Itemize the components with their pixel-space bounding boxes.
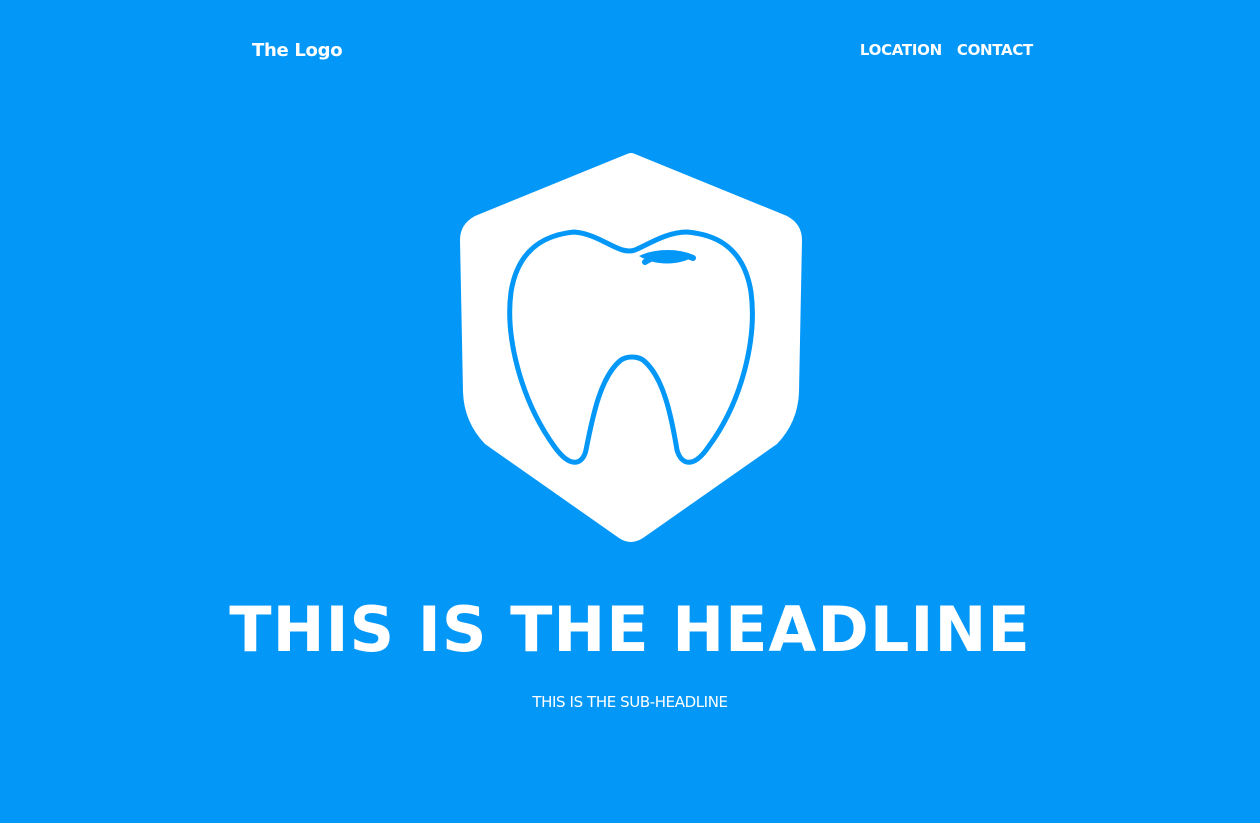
main-nav: LOCATION CONTACT	[860, 41, 1033, 59]
landing-page: The Logo LOCATION CONTACT THIS IS THE HE…	[0, 0, 1260, 823]
nav-contact-link[interactable]: CONTACT	[957, 41, 1033, 59]
hero-headline: THIS IS THE HEADLINE	[229, 593, 1031, 666]
tooth-shield-icon	[460, 153, 802, 542]
nav-location-link[interactable]: LOCATION	[860, 41, 942, 59]
hero-subheadline: THIS IS THE SUB-HEADLINE	[532, 693, 728, 711]
site-logo[interactable]: The Logo	[252, 40, 343, 61]
